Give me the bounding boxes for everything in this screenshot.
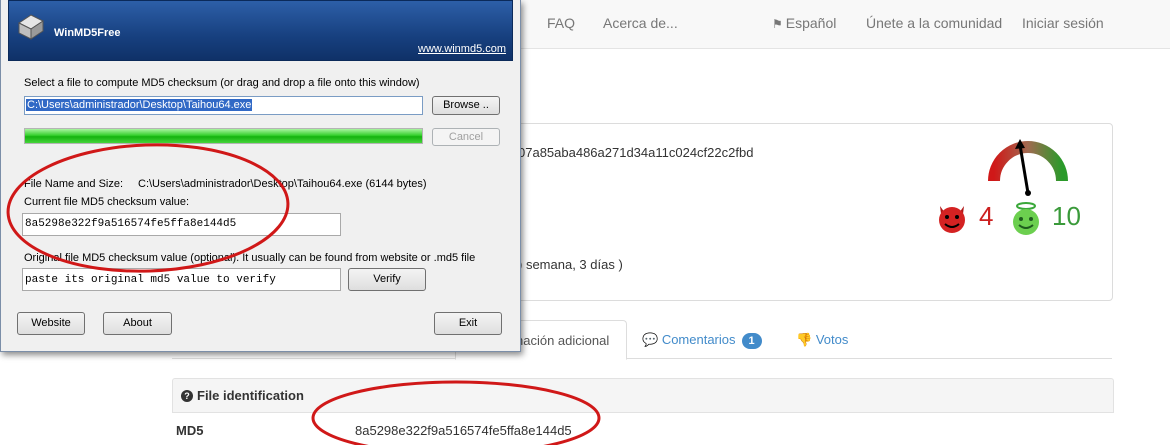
browse-button[interactable]: Browse .. [432, 96, 500, 115]
flag-icon: ⚑ [772, 17, 783, 31]
nav-language-link[interactable]: ⚑ Español [772, 15, 836, 31]
nav-about-link[interactable]: Acerca de... [603, 15, 678, 31]
question-circle-icon: ? [181, 390, 193, 402]
nav-login-link[interactable]: Iniciar sesión [1022, 15, 1104, 31]
app-title: WinMD5Free [54, 27, 121, 39]
progress-fill [25, 129, 422, 143]
nav-language-label: Español [785, 15, 837, 31]
exit-button[interactable]: Exit [434, 312, 502, 335]
file-path-value: C:\Users\administrador\Desktop\Taihou64.… [26, 99, 253, 111]
cancel-button[interactable]: Cancel [432, 128, 500, 146]
section-title: ? File identification [181, 388, 304, 403]
original-checksum-input[interactable] [23, 269, 340, 290]
current-checksum-field[interactable]: 8a5298e322f9a516574fe5ffa8e144d5 [22, 213, 341, 236]
tabs-divider [172, 358, 1112, 359]
devil-icon [939, 206, 965, 233]
tab-votes-label: Votos [815, 332, 849, 347]
sha-hash-fragment: 07a85aba486a271d34a11c024cf22c2fbd [518, 145, 754, 160]
about-button[interactable]: About [103, 312, 172, 335]
good-vote-count: 10 [1052, 201, 1081, 231]
file-name-size-value: C:\Users\administrador\Desktop\Taihou64.… [138, 178, 427, 190]
tab-votes[interactable]: 👎 Votos [796, 332, 848, 348]
file-age-fragment: ) semana, 3 días ) [518, 257, 623, 272]
tab-comments[interactable]: 💬 Comentarios 1 [642, 332, 762, 349]
current-checksum-label: Current file MD5 checksum value: [24, 196, 190, 208]
checksum-progress-bar [24, 128, 423, 144]
md5-value: 8a5298e322f9a516574fe5ffa8e144d5 [355, 423, 572, 438]
tab-comments-label: Comentarios [661, 332, 736, 347]
original-checksum-field[interactable] [22, 268, 341, 291]
section-title-label: File identification [197, 388, 304, 403]
app-website-link[interactable]: www.winmd5.com [418, 43, 506, 55]
select-file-prompt: Select a file to compute MD5 checksum (o… [24, 77, 420, 89]
comment-icon: 💬 [642, 332, 659, 347]
md5-label: MD5 [176, 423, 204, 438]
nav-faq-link[interactable]: FAQ [547, 15, 575, 31]
app-logo-icon [18, 14, 44, 40]
app-banner: WinMD5Free www.winmd5.com [8, 0, 513, 61]
reputation-gauge-icon [988, 139, 1068, 196]
current-checksum-value: 8a5298e322f9a516574fe5ffa8e144d5 [25, 218, 237, 230]
comments-count-badge: 1 [741, 333, 762, 349]
tab-additional-info-label: nación adicional [516, 333, 610, 348]
angel-icon [1013, 202, 1039, 235]
file-identification-header: ? File identification [172, 378, 1114, 413]
file-path-input[interactable]: C:\Users\administrador\Desktop\Taihou64.… [24, 96, 423, 115]
original-checksum-label: Original file MD5 checksum value (option… [24, 252, 476, 264]
nav-community-link[interactable]: Únete a la comunidad [866, 15, 1002, 31]
file-name-size-label: File Name and Size: [24, 178, 124, 190]
winmd5free-window: WinMD5Free www.winmd5.com Select a file … [0, 0, 521, 352]
verify-button[interactable]: Verify [348, 268, 426, 291]
website-button[interactable]: Website [17, 312, 85, 335]
bad-vote-count: 4 [979, 201, 994, 231]
thumbs-icon: 👎 [796, 332, 813, 347]
